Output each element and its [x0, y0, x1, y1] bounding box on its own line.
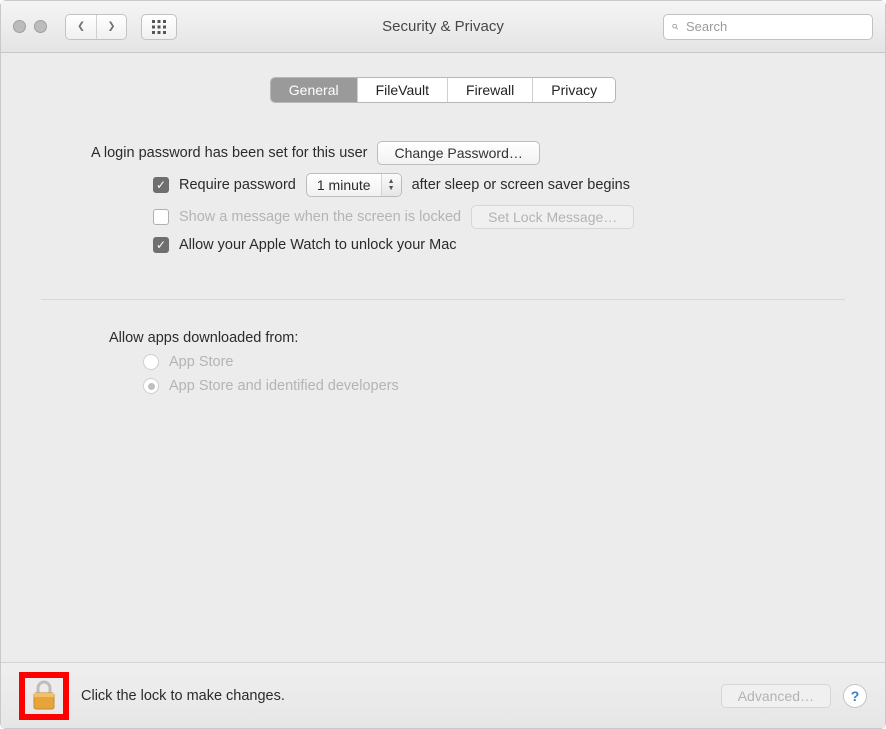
lock-icon — [30, 680, 58, 712]
set-lock-message-button: Set Lock Message… — [471, 205, 634, 229]
preferences-window: ❮ ❯ Security & Privacy General FileVault… — [0, 0, 886, 729]
require-password-label: Require password — [179, 177, 296, 193]
search-icon — [672, 20, 678, 33]
require-password-checkbox[interactable] — [153, 177, 169, 193]
minimize-window-button[interactable] — [34, 20, 47, 33]
help-button[interactable]: ? — [843, 684, 867, 708]
lock-hint-text: Click the lock to make changes. — [81, 688, 285, 704]
radio-app-store-label: App Store — [169, 354, 234, 370]
show-lock-message-checkbox[interactable] — [153, 209, 169, 225]
tab-firewall[interactable]: Firewall — [447, 78, 532, 102]
lock-button[interactable] — [30, 680, 58, 712]
nav-back-forward: ❮ ❯ — [65, 14, 127, 40]
show-lock-message-label: Show a message when the screen is locked — [179, 209, 461, 225]
grid-icon — [152, 20, 166, 34]
login-password-status: A login password has been set for this u… — [91, 145, 367, 161]
apple-watch-unlock-checkbox[interactable] — [153, 237, 169, 253]
stepper-icon: ▲▼ — [381, 174, 401, 196]
tab-general[interactable]: General — [271, 78, 357, 102]
require-password-delay-select[interactable]: 1 minute ▲▼ — [306, 173, 402, 197]
advanced-button: Advanced… — [721, 684, 831, 708]
tab-filevault[interactable]: FileVault — [357, 78, 447, 102]
back-button[interactable]: ❮ — [66, 15, 96, 39]
apple-watch-unlock-label: Allow your Apple Watch to unlock your Ma… — [179, 237, 457, 253]
change-password-button[interactable]: Change Password… — [377, 141, 539, 165]
titlebar: ❮ ❯ Security & Privacy — [1, 1, 885, 53]
tab-privacy[interactable]: Privacy — [532, 78, 615, 102]
radio-identified-developers-label: App Store and identified developers — [169, 378, 399, 394]
lock-highlight-box — [19, 672, 69, 720]
gatekeeper-heading: Allow apps downloaded from: — [109, 330, 825, 346]
tab-bar: General FileVault Firewall Privacy — [1, 77, 885, 103]
gatekeeper-section: Allow apps downloaded from: App Store Ap… — [1, 300, 885, 412]
window-controls — [13, 20, 47, 33]
login-password-section: A login password has been set for this u… — [1, 103, 885, 285]
show-all-prefs-button[interactable] — [141, 14, 177, 40]
close-window-button[interactable] — [13, 20, 26, 33]
search-field[interactable] — [663, 14, 873, 40]
radio-app-store — [143, 354, 159, 370]
content-area: General FileVault Firewall Privacy A log… — [1, 53, 885, 728]
search-input[interactable] — [684, 18, 864, 35]
require-password-tail: after sleep or screen saver begins — [412, 177, 630, 193]
require-password-delay-value: 1 minute — [307, 177, 381, 193]
footer: Click the lock to make changes. Advanced… — [1, 662, 885, 728]
forward-button[interactable]: ❯ — [96, 15, 126, 39]
radio-identified-developers — [143, 378, 159, 394]
